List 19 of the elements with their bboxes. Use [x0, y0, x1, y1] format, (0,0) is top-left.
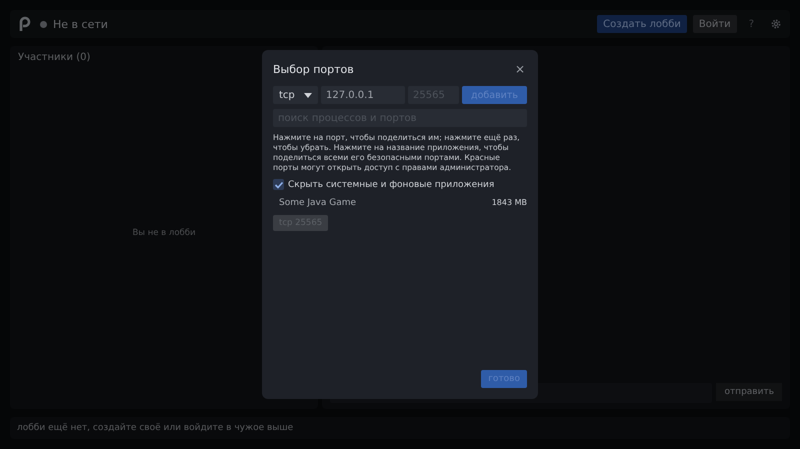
status-dot-icon: [40, 20, 47, 28]
hide-system-label: Скрыть системные и фоновые приложения: [288, 180, 494, 190]
empty-lobby-text: Вы не в лобби: [132, 228, 196, 238]
app-name[interactable]: Some Java Game: [279, 198, 356, 208]
dialog-title: Выбор портов: [273, 62, 354, 76]
create-lobby-button[interactable]: Создать лобби: [597, 15, 687, 33]
protocol-dropdown[interactable]: tcp: [273, 86, 318, 104]
hide-system-checkbox[interactable]: [273, 179, 284, 190]
logo-icon: [18, 16, 32, 32]
join-button[interactable]: Войти: [692, 15, 737, 33]
close-button[interactable]: ×: [512, 62, 527, 76]
status-text: лобби ещё нет, создайте своё или войдите в чужое выше: [17, 423, 294, 433]
caret-icon: [304, 92, 312, 98]
members-title: Участники (0): [18, 52, 92, 63]
connection-status: Не в сети: [53, 18, 108, 30]
send-button[interactable]: отправить: [716, 383, 782, 401]
app-memory: 1843 MB: [492, 198, 527, 208]
address-field[interactable]: 127.0.0.1: [321, 86, 405, 104]
help-button[interactable]: ?: [742, 18, 760, 30]
